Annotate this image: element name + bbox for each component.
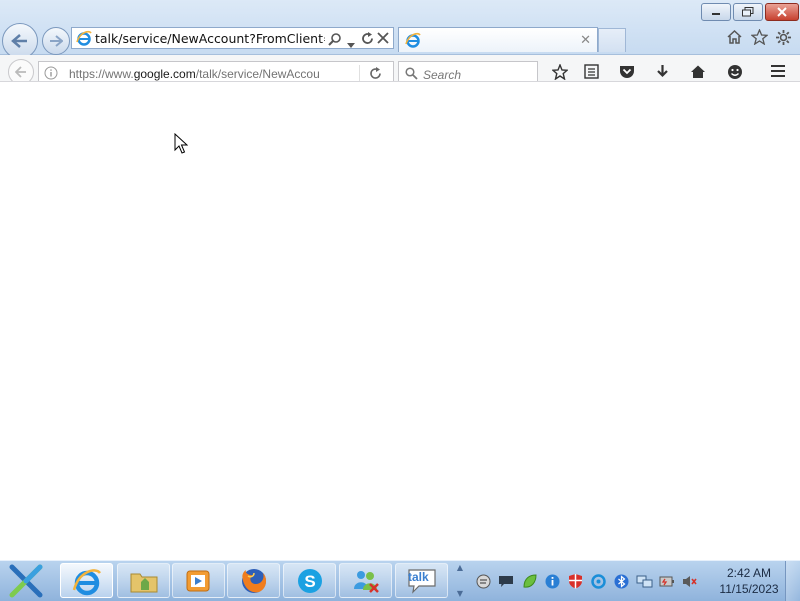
- chat-icon[interactable]: [474, 572, 492, 590]
- bluetooth-icon[interactable]: [612, 572, 630, 590]
- media-player-icon: [186, 570, 209, 591]
- page-content: [0, 82, 800, 560]
- forward-button[interactable]: [42, 27, 70, 55]
- clock-date: 11/15/2023: [719, 582, 779, 596]
- firefox-icon: [241, 568, 266, 593]
- firefox-search-box[interactable]: Search: [398, 61, 538, 82]
- favorites-star-icon[interactable]: [750, 28, 769, 48]
- bookmark-star-icon[interactable]: [551, 63, 569, 81]
- minimize-icon: [712, 13, 720, 15]
- back-button[interactable]: [2, 23, 38, 59]
- volume-muted-icon[interactable]: [681, 572, 699, 590]
- taskbar-messenger-button[interactable]: [339, 563, 392, 598]
- minimize-button[interactable]: [701, 3, 731, 21]
- clock-time: 2:42 AM: [726, 566, 772, 580]
- close-icon: [777, 7, 787, 17]
- arrow-right-icon: [50, 35, 63, 47]
- hamburger-menu-icon[interactable]: [770, 64, 786, 81]
- gear-icon[interactable]: [775, 29, 792, 49]
- chevron-down-icon[interactable]: ▼: [457, 589, 463, 598]
- start-x-icon: [9, 564, 43, 598]
- smiley-icon[interactable]: [727, 64, 743, 81]
- restore-icon: [742, 7, 754, 17]
- show-desktop-button[interactable]: [785, 561, 800, 601]
- home-icon[interactable]: [690, 64, 706, 81]
- arrow-left-icon: [11, 34, 27, 48]
- power-icon[interactable]: [658, 572, 676, 590]
- url-host: google.com: [133, 67, 196, 81]
- url-prefix: https://www.: [69, 67, 134, 81]
- taskbar-clock[interactable]: 2:42 AM 11/15/2023: [712, 565, 786, 597]
- google-talk-label: talk: [408, 570, 429, 584]
- close-window-button[interactable]: [765, 3, 799, 21]
- ie-address-bar[interactable]: talk/service/NewAccount?FromClient=Talk: [71, 27, 394, 49]
- ie-logo-icon: [405, 32, 421, 51]
- ie-tab[interactable]: ✕: [398, 27, 598, 52]
- sync-icon[interactable]: [589, 572, 607, 590]
- taskbar-skype-button[interactable]: S: [283, 563, 336, 598]
- leaf-icon[interactable]: [520, 572, 538, 590]
- taskbar-ie-button[interactable]: [60, 563, 113, 598]
- start-button[interactable]: [0, 561, 52, 601]
- stop-icon[interactable]: [377, 32, 389, 47]
- reading-list-icon[interactable]: [584, 64, 599, 81]
- search-icon: [405, 67, 418, 81]
- taskbar-file-explorer-button[interactable]: [117, 563, 170, 598]
- firefox-url-bar[interactable]: https://www.google.com/talk/service/NewA…: [38, 61, 394, 81]
- taskbar-firefox-button[interactable]: [227, 563, 280, 598]
- shield-icon[interactable]: [566, 572, 584, 590]
- info-icon[interactable]: [543, 572, 561, 590]
- restore-button[interactable]: [733, 3, 763, 21]
- search-placeholder: Search: [423, 68, 462, 82]
- tab-close-icon[interactable]: ✕: [580, 33, 591, 48]
- new-tab-button[interactable]: [598, 28, 626, 52]
- system-tray: [468, 561, 718, 601]
- taskbar: S talk ▲ ▼ 2:42 AM 11/15/2023: [0, 560, 800, 601]
- pocket-icon[interactable]: [619, 64, 635, 81]
- network-icon[interactable]: [635, 572, 653, 590]
- svg-text:S: S: [304, 572, 315, 591]
- folder-icon: [130, 573, 157, 592]
- taskbar-media-player-button[interactable]: [172, 563, 225, 598]
- url-path: /talk/service/NewAccou: [195, 67, 320, 81]
- download-icon[interactable]: [655, 64, 670, 81]
- speech-bubble-icon[interactable]: [497, 572, 515, 590]
- ie-logo-icon: [76, 30, 92, 49]
- refresh-icon[interactable]: [361, 32, 374, 48]
- info-icon[interactable]: [44, 66, 58, 81]
- url-bar-divider: [359, 65, 360, 81]
- ie-address-text[interactable]: talk/service/NewAccount?FromClient=Talk: [95, 31, 325, 46]
- skype-icon: S: [297, 568, 322, 593]
- dropdown-arrow-icon[interactable]: [347, 37, 355, 51]
- ie-window-frame: talk/service/NewAccount?FromClient=Talk …: [0, 0, 800, 59]
- firefox-url-text[interactable]: https://www.google.com/talk/service/NewA…: [69, 67, 331, 81]
- mouse-cursor-icon: [174, 132, 189, 158]
- taskbar-google-talk-button[interactable]: talk: [395, 563, 448, 598]
- chevron-up-icon[interactable]: ▲: [457, 563, 463, 572]
- firefox-toolbar: https://www.google.com/talk/service/NewA…: [0, 55, 800, 82]
- messenger-icon: [353, 570, 379, 593]
- firefox-back-button[interactable]: [8, 59, 34, 81]
- home-icon[interactable]: [726, 29, 743, 48]
- search-icon[interactable]: [328, 32, 342, 49]
- arrow-left-icon: [15, 66, 26, 78]
- reload-icon[interactable]: [369, 67, 382, 81]
- ie-icon: [72, 568, 101, 595]
- tray-scroll[interactable]: ▲ ▼: [454, 563, 466, 598]
